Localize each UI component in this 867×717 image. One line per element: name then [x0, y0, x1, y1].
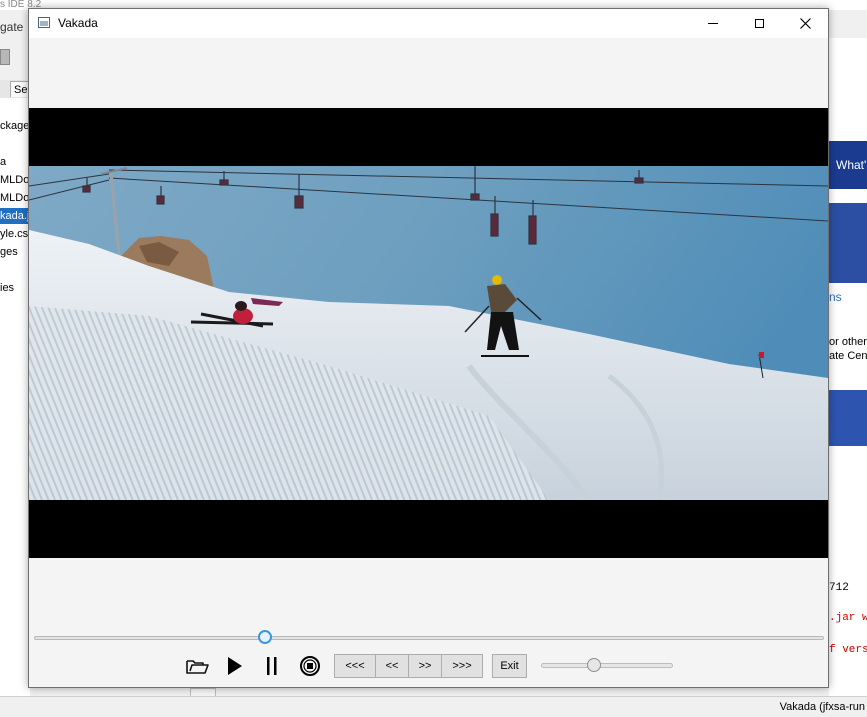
video-frame-image	[29, 166, 828, 500]
ide-project-tree: ckages a MLDoc MLDoc kada.j yle.css ges …	[0, 98, 30, 696]
ide-banner[interactable]: What'	[829, 141, 867, 189]
ide-banner-block	[829, 203, 867, 283]
play-button[interactable]	[222, 655, 248, 677]
title-bar[interactable]: Vakada	[29, 9, 828, 38]
close-button[interactable]	[782, 9, 828, 38]
pause-button[interactable]	[259, 655, 285, 677]
seek-back-button[interactable]: <<	[375, 654, 409, 678]
ide-toolbar-fragment: gate	[0, 20, 24, 34]
stop-icon	[300, 656, 320, 676]
app-icon	[38, 17, 50, 28]
tree-item[interactable]: yle.css	[0, 226, 30, 242]
ide-output-console	[829, 506, 867, 696]
maximize-button[interactable]	[736, 9, 782, 38]
minimize-icon	[708, 23, 718, 24]
tree-item[interactable]: MLDoc	[0, 172, 30, 188]
tree-item[interactable]: a	[0, 154, 30, 170]
folder-open-icon	[186, 660, 209, 674]
ide-start-page: What' ns or other ate Cen 712 .jar w f v…	[829, 38, 867, 696]
minimize-button[interactable]	[690, 9, 736, 38]
ide-link[interactable]: ns	[829, 290, 842, 304]
ide-status-bar: Vakada (jfxsa-run	[0, 696, 867, 717]
seek-forward-far-button[interactable]: >>>	[441, 654, 483, 678]
stop-button[interactable]	[297, 655, 323, 677]
pause-icon	[267, 657, 277, 675]
tree-item-selected[interactable]: kada.j	[0, 208, 30, 224]
ide-tab[interactable]: Se	[10, 81, 30, 97]
tree-item[interactable]: ckages	[0, 118, 30, 134]
console-line: .jar w	[829, 612, 867, 624]
open-file-button[interactable]	[184, 655, 210, 677]
console-line: 712	[829, 582, 849, 594]
video-view[interactable]	[29, 108, 828, 558]
seek-back-far-button[interactable]: <<<	[334, 654, 376, 678]
ide-text-line: or other	[829, 336, 867, 348]
ide-status-text: Vakada (jfxsa-run	[779, 701, 865, 713]
tree-item[interactable]: MLDoc	[0, 190, 30, 206]
ide-banner-block	[829, 390, 867, 446]
volume-slider-thumb[interactable]	[587, 658, 601, 672]
tree-item[interactable]: ies	[0, 280, 30, 296]
seek-slider-track[interactable]	[34, 636, 824, 640]
app-window: Vakada <<< << >> >>> Exit	[28, 8, 829, 688]
ide-toolbar-icon[interactable]	[0, 49, 10, 65]
console-line: f vers	[829, 644, 867, 656]
volume-slider-track[interactable]	[541, 663, 673, 668]
tree-item[interactable]: ges	[0, 244, 30, 260]
exit-button[interactable]: Exit	[492, 654, 527, 678]
ide-text-line: ate Cen	[829, 350, 867, 362]
close-icon	[799, 18, 811, 29]
maximize-icon	[754, 19, 764, 28]
window-title: Vakada	[58, 16, 98, 30]
play-icon	[228, 657, 242, 675]
seek-slider-thumb[interactable]	[258, 630, 272, 644]
seek-forward-button[interactable]: >>	[408, 654, 442, 678]
